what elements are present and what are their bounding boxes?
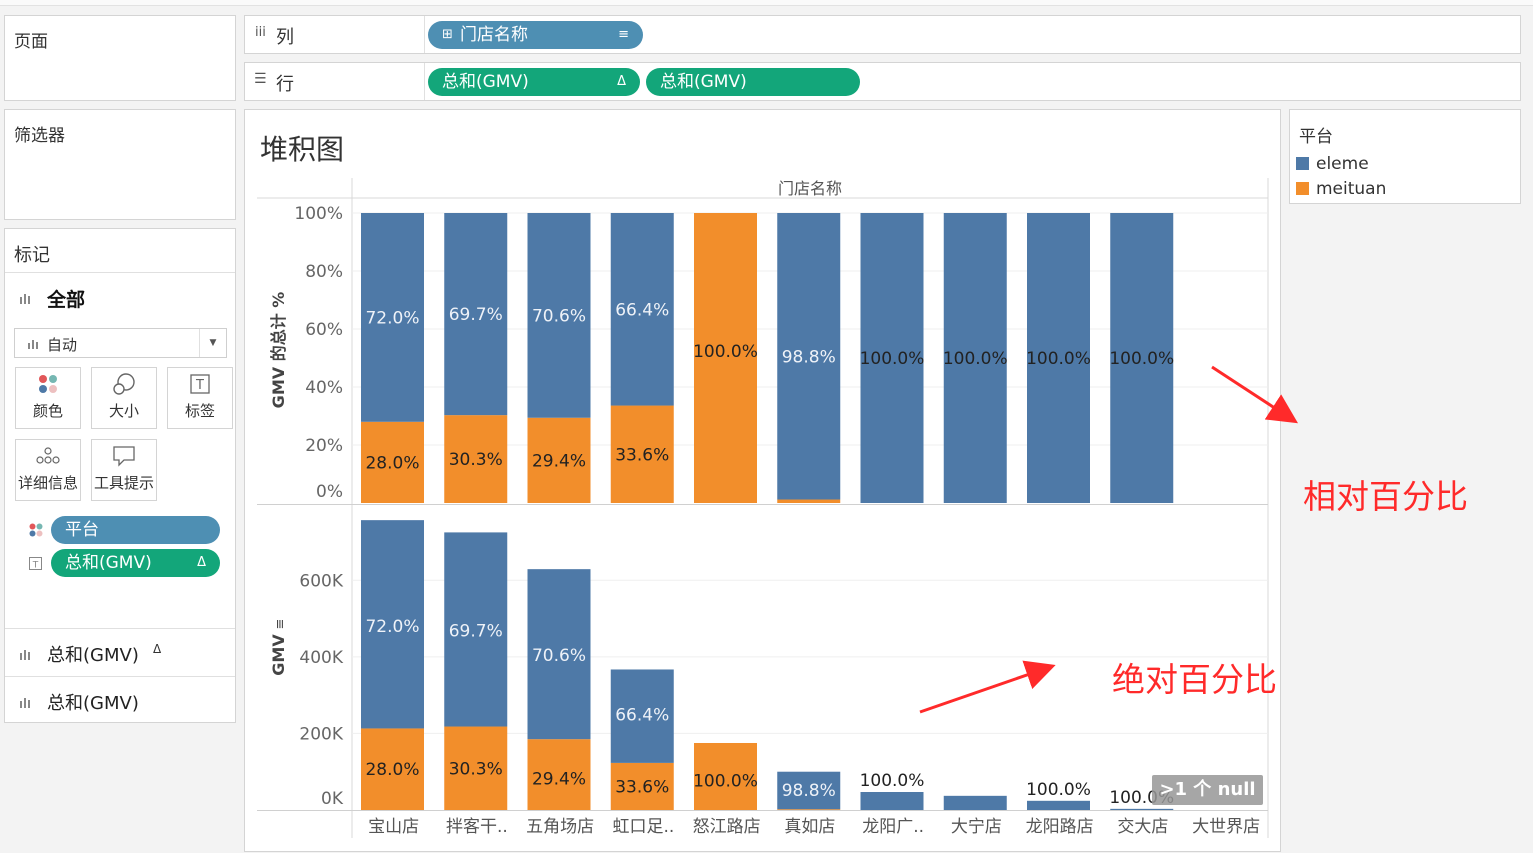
label-button[interactable]: T 标签 xyxy=(167,367,233,429)
detail-button[interactable]: 详细信息 xyxy=(15,439,81,501)
platform-field-label: 平台 xyxy=(65,520,99,540)
pages-panel[interactable]: 页面 xyxy=(4,15,236,101)
bar-chart-icon xyxy=(20,650,30,660)
marks-all-tab[interactable]: 全部 xyxy=(19,285,219,311)
marks-row-gmv[interactable]: 总和(GMV) xyxy=(19,687,229,717)
size-button-label: 大小 xyxy=(108,402,139,420)
rows-shelf-label: 行 xyxy=(276,74,294,95)
chart-title: 堆积图 xyxy=(260,133,345,166)
delta-icon: Δ xyxy=(197,555,206,570)
filters-panel[interactable]: 筛选器 xyxy=(4,109,236,220)
label-button-label: 标签 xyxy=(184,402,215,420)
mark-type-value: 自动 xyxy=(47,336,78,354)
chart-worksheet: 堆积图 xyxy=(244,109,1281,852)
rows-shelf[interactable]: ☰ 行 总和(GMV) Δ 总和(GMV) xyxy=(244,62,1521,101)
legend-item-meituan[interactable]: meituan xyxy=(1296,179,1516,201)
color-button[interactable]: 颜色 xyxy=(15,367,81,429)
legend-label-eleme: eleme xyxy=(1316,154,1369,174)
bar-chart-icon xyxy=(20,698,30,708)
gmv-row-pill-1-label: 总和(GMV) xyxy=(442,72,529,92)
marks-row-gmv-delta[interactable]: 总和(GMV) Δ xyxy=(19,639,229,669)
sort-icon[interactable]: ≡ xyxy=(618,21,629,49)
columns-shelf[interactable]: iii 列 ⊞ 门店名称 ≡ xyxy=(244,15,1521,54)
annotation-relative-percent: 相对百分比 xyxy=(1303,477,1468,516)
color-button-label: 颜色 xyxy=(32,402,63,420)
marks-panel: 标记 全部 自动 ▼ 颜色 大小 T 标签 详细信息 工具提示 平台 T 总和(… xyxy=(4,228,236,723)
marks-divider xyxy=(5,676,235,677)
marks-divider xyxy=(5,272,235,273)
size-icon xyxy=(92,368,156,400)
detail-button-label: 详细信息 xyxy=(17,474,78,492)
legend-swatch-meituan xyxy=(1296,182,1309,195)
rows-icon: ☰ xyxy=(254,71,267,87)
legend-swatch-eleme xyxy=(1296,157,1309,170)
dimension-icon: ⊞ xyxy=(442,27,453,42)
delta-icon: Δ xyxy=(153,642,162,656)
chevron-down-icon[interactable]: ▼ xyxy=(199,329,226,357)
annotation-absolute-percent: 绝对百分比 xyxy=(1112,660,1277,699)
bar-chart-icon xyxy=(20,294,30,304)
delta-icon: Δ xyxy=(617,74,626,89)
null-values-badge[interactable]: >1 个 null xyxy=(1152,775,1263,805)
svg-text:T: T xyxy=(32,561,39,571)
gmv-label-field-pill[interactable]: 总和(GMV) Δ xyxy=(51,549,220,577)
rows-shelf-label-area: ☰ 行 xyxy=(245,63,425,100)
size-button[interactable]: 大小 xyxy=(91,367,157,429)
columns-shelf-label: 列 xyxy=(276,27,294,48)
gmv-row-pill-2[interactable]: 总和(GMV) xyxy=(646,68,860,96)
marks-row-gmv-label: 总和(GMV) xyxy=(47,693,139,714)
text-label-icon: T xyxy=(168,368,232,400)
gmv-row-pill-2-label: 总和(GMV) xyxy=(660,72,747,92)
store-name-pill[interactable]: ⊞ 门店名称 ≡ xyxy=(428,21,643,49)
marks-row-gmv-delta-label: 总和(GMV) xyxy=(47,645,139,666)
color-dots-icon xyxy=(16,368,80,400)
top-toolbar-strip xyxy=(0,0,1533,6)
gmv-row-pill-1[interactable]: 总和(GMV) Δ xyxy=(428,68,640,96)
tooltip-button[interactable]: 工具提示 xyxy=(91,439,157,501)
mark-type-select[interactable]: 自动 ▼ xyxy=(14,328,227,358)
legend-item-eleme[interactable]: eleme xyxy=(1296,154,1516,176)
bar-chart-icon xyxy=(28,340,38,349)
svg-text:T: T xyxy=(195,378,204,393)
marks-all-label: 全部 xyxy=(47,289,86,311)
pages-title: 页面 xyxy=(14,32,48,52)
color-dots-icon xyxy=(29,523,43,537)
tooltip-icon xyxy=(92,440,156,472)
null-values-label: >1 个 null xyxy=(1159,779,1256,800)
legend-label-meituan: meituan xyxy=(1316,179,1387,199)
legend-title: 平台 xyxy=(1299,127,1333,147)
detail-dots-icon xyxy=(16,440,80,472)
store-name-pill-label: 门店名称 xyxy=(460,25,528,45)
tooltip-button-label: 工具提示 xyxy=(93,474,154,492)
columns-icon: iii xyxy=(255,25,266,40)
columns-shelf-label-area: iii 列 xyxy=(245,16,425,53)
color-legend[interactable]: 平台 eleme meituan xyxy=(1289,109,1521,204)
text-label-icon: T xyxy=(29,557,42,570)
gmv-label-field-text: 总和(GMV) xyxy=(65,553,152,573)
filters-title: 筛选器 xyxy=(14,126,65,146)
marks-divider xyxy=(5,628,235,629)
platform-field-pill[interactable]: 平台 xyxy=(51,516,220,544)
marks-title: 标记 xyxy=(14,245,50,266)
